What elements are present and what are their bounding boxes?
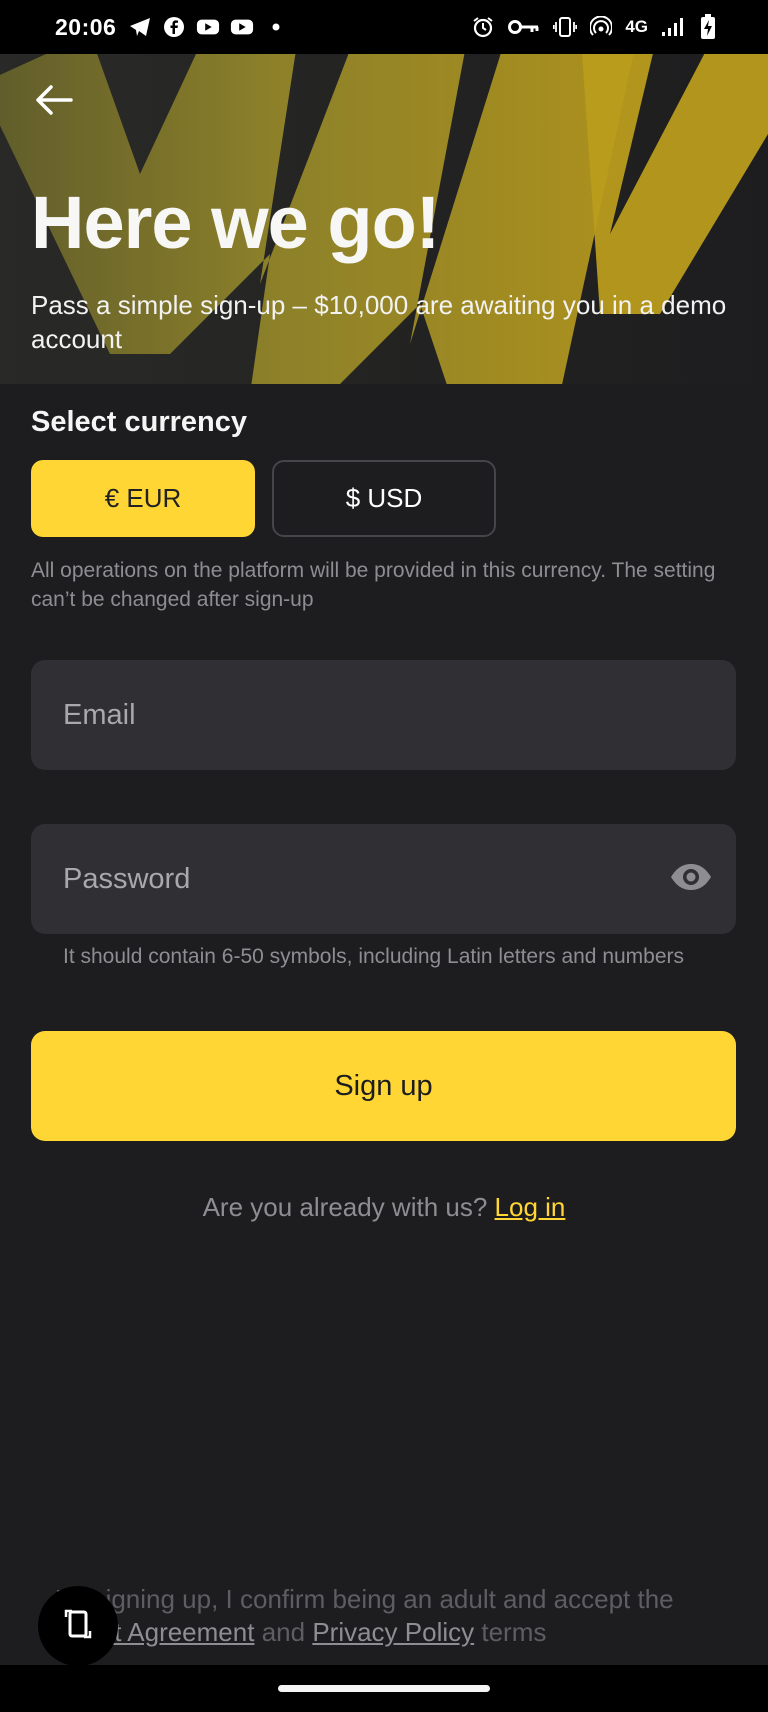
navigation-bar [0, 1665, 768, 1712]
alarm-icon [471, 15, 495, 39]
youtube-icon [196, 15, 220, 39]
status-time: 20:06 [55, 13, 117, 40]
legal-suffix: terms [481, 1617, 547, 1647]
hotspot-icon [589, 15, 613, 39]
signal-icon [660, 15, 684, 39]
key-icon [507, 15, 541, 39]
legal-text: By signing up, I confirm being an adult … [55, 1583, 745, 1649]
password-field-container [31, 824, 736, 934]
email-field[interactable] [63, 698, 643, 732]
page-subtitle: Pass a simple sign-up – $10,000 are awai… [31, 290, 727, 354]
show-password-button[interactable] [668, 858, 714, 900]
currency-note: All operations on the platform will be p… [31, 559, 716, 611]
home-gesture-handle[interactable] [278, 1685, 490, 1692]
rotate-screen-button[interactable] [38, 1586, 118, 1666]
facebook-icon [162, 15, 186, 39]
back-button[interactable] [30, 82, 78, 122]
eye-icon [669, 862, 713, 897]
password-field[interactable] [63, 862, 643, 896]
password-hint: It should contain 6-50 symbols, includin… [63, 945, 685, 968]
vibrate-icon [553, 15, 578, 39]
currency-label: Select currency [31, 406, 248, 438]
privacy-policy-link[interactable]: Privacy Policy [312, 1617, 474, 1647]
currency-eur-button[interactable]: € EUR [31, 460, 255, 537]
log-in-link[interactable]: Log in [495, 1192, 566, 1222]
currency-usd-button[interactable]: $ USD [272, 460, 496, 537]
legal-and: and [261, 1617, 306, 1647]
arrow-left-icon [35, 84, 73, 121]
telegram-icon [128, 15, 152, 39]
status-bar: 20:06 4G [0, 0, 768, 54]
network-type: 4G [625, 17, 648, 36]
page-title: Here we go! [31, 181, 440, 264]
rotate-icon [63, 1607, 93, 1646]
youtube-icon [230, 15, 254, 39]
dot-icon [264, 15, 288, 39]
login-prompt-text: Are you already with us? [202, 1192, 488, 1222]
legal-prefix: By signing up, I confirm being an adult … [55, 1584, 674, 1614]
sign-up-button[interactable]: Sign up [31, 1031, 736, 1141]
login-prompt-line: Are you already with us? Log in [0, 1192, 768, 1223]
email-field-container [31, 660, 736, 770]
battery-icon [696, 14, 720, 39]
